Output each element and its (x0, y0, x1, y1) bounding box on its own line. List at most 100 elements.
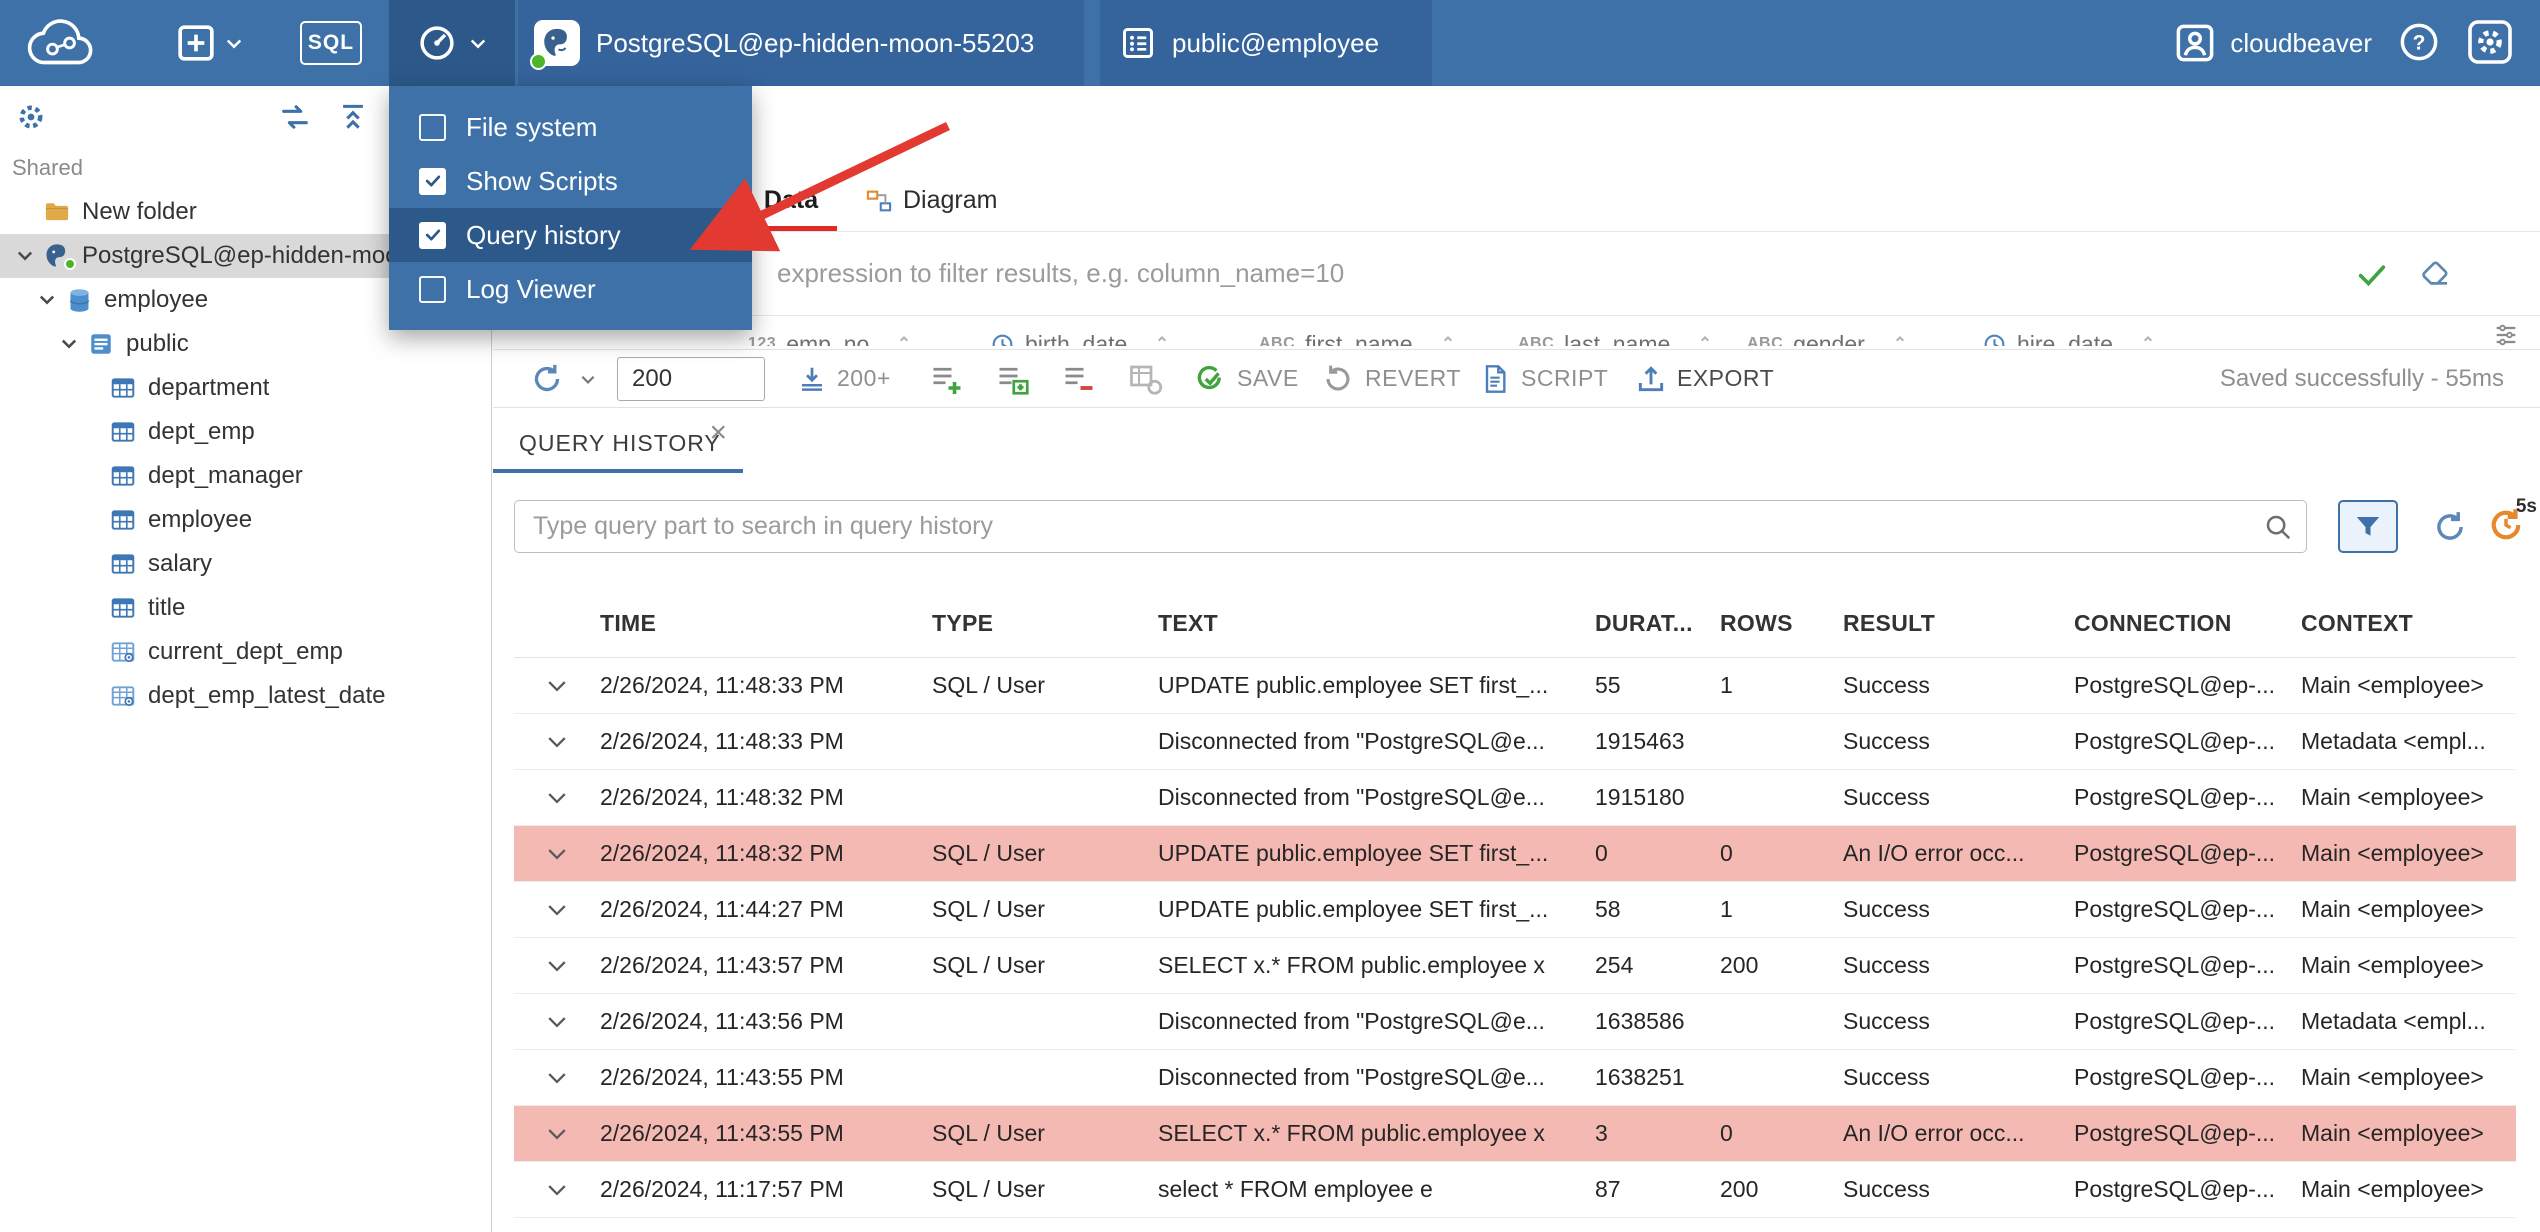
tab-data[interactable]: Data (745, 170, 837, 231)
query-history-row[interactable]: 2/26/2024, 11:43:55 PM SQL / User SELECT x… (514, 1106, 2516, 1162)
tab-diagram[interactable]: Diagram (865, 170, 997, 231)
expand-row-icon[interactable] (514, 1065, 600, 1091)
query-history-row[interactable]: 2/26/2024, 11:17:57 PM SQL / User select *… (514, 1162, 2516, 1218)
tree-item-dept-emp[interactable]: dept_emp (0, 410, 491, 454)
expand-row-icon[interactable] (514, 729, 600, 755)
cell-duration: 58 (1595, 896, 1621, 922)
settings-button[interactable] (2466, 18, 2514, 69)
query-history-row[interactable]: 2/26/2024, 11:43:56 PM Disconnected from … (514, 994, 2516, 1050)
tab-query-history[interactable]: QUERY HISTORY × (493, 408, 743, 478)
tree-item-dept-emp-latest-date[interactable]: dept_emp_latest_date (0, 674, 491, 718)
query-history-row[interactable]: 2/26/2024, 11:44:27 PM SQL / User UPDATE p… (514, 882, 2516, 938)
expand-row-icon[interactable] (514, 673, 600, 699)
sort-icon[interactable] (1153, 333, 1171, 346)
qh-column-header[interactable]: CONNECTION (2074, 610, 2301, 637)
tree-item-dept-manager[interactable]: dept_manager (0, 454, 491, 498)
save-button[interactable]: SAVE (1193, 362, 1299, 396)
sort-icon[interactable] (1891, 333, 1909, 346)
query-history-row[interactable]: 2/26/2024, 11:48:32 PM SQL / User UPDATE p… (514, 826, 2516, 882)
cell-connection: PostgreSQL@ep-... (2074, 1008, 2276, 1034)
qh-column-header[interactable]: TYPE (932, 610, 1158, 637)
script-button[interactable]: SCRIPT (1479, 363, 1608, 395)
tree-item-department[interactable]: department (0, 366, 491, 410)
revert-button[interactable]: REVERT (1321, 362, 1461, 396)
tree-item-title[interactable]: title (0, 586, 491, 630)
query-history-row[interactable]: 2/26/2024, 11:48:33 PM Disconnected from … (514, 714, 2516, 770)
sql-editor-button[interactable]: SQL (300, 0, 362, 86)
qh-column-header[interactable]: RESULT (1843, 610, 2074, 637)
sort-icon[interactable] (1439, 333, 1457, 346)
cloudbeaver-logo-icon[interactable] (22, 16, 100, 75)
sort-icon[interactable] (2139, 333, 2157, 346)
unchecked-checkbox-icon[interactable] (419, 275, 446, 303)
expander-icon[interactable] (32, 289, 62, 311)
duplicate-row-button[interactable] (995, 361, 1031, 397)
expand-row-icon[interactable] (514, 1177, 600, 1203)
menu-item-query-history[interactable]: Query history (389, 208, 752, 262)
expander-icon[interactable] (54, 333, 84, 355)
fetch-more-button[interactable]: 200+ (797, 364, 891, 394)
qh-column-header[interactable]: TIME (600, 610, 932, 637)
apply-filter-icon[interactable] (2355, 258, 2389, 297)
qh-column-header[interactable]: TEXT (1158, 610, 1595, 637)
checked-checkbox-icon[interactable] (419, 221, 446, 249)
tools-menu-button[interactable] (389, 0, 515, 86)
query-history-row[interactable]: 2/26/2024, 11:43:57 PM SQL / User SELECT x… (514, 938, 2516, 994)
grid-settings-icon[interactable] (2492, 321, 2520, 346)
column-header-last_name[interactable]: ABC last_name (1518, 322, 1714, 346)
column-header-birth_date[interactable]: birth_date (990, 322, 1171, 346)
column-header-hire_date[interactable]: hire_date (1982, 322, 2157, 346)
clear-filter-icon[interactable] (2419, 258, 2451, 295)
expand-row-icon[interactable] (514, 1121, 600, 1147)
checked-checkbox-icon[interactable] (419, 167, 446, 195)
sort-icon[interactable] (895, 333, 913, 346)
sidebar-settings-button[interactable] (14, 100, 48, 137)
connection-selector[interactable]: PostgreSQL@ep-hidden-moon-55203 (518, 0, 1084, 86)
auto-refresh-button[interactable]: 5s (2485, 496, 2537, 549)
refresh-history-button[interactable] (2431, 508, 2469, 549)
tree-item-current-dept-emp[interactable]: current_dept_emp (0, 630, 491, 674)
filter-input[interactable]: expression to filter results, e.g. colum… (777, 232, 1344, 315)
expander-icon[interactable] (10, 245, 40, 267)
help-button[interactable]: ? (2398, 21, 2440, 66)
qh-column-header[interactable]: CONTEXT (2301, 610, 2516, 637)
schema-selector[interactable]: public@employee (1100, 0, 1432, 86)
column-header-emp_no[interactable]: 123 emp_no (748, 322, 913, 346)
unchecked-checkbox-icon[interactable] (419, 113, 446, 141)
close-tab-icon[interactable]: × (709, 418, 727, 448)
refresh-cell-button[interactable] (1127, 361, 1163, 397)
collapse-all-button[interactable] (336, 100, 370, 137)
refresh-data-button[interactable] (529, 361, 565, 397)
expand-row-icon[interactable] (514, 841, 600, 867)
query-history-row[interactable]: 2/26/2024, 11:48:32 PM Disconnected from … (514, 770, 2516, 826)
sort-icon[interactable] (1696, 333, 1714, 346)
qh-column-header[interactable]: ROWS (1720, 610, 1843, 637)
expand-row-icon[interactable] (514, 785, 600, 811)
export-button[interactable]: EXPORT (1635, 363, 1774, 395)
add-row-button[interactable] (929, 361, 965, 397)
tree-item-employee[interactable]: employee (0, 498, 491, 542)
refresh-dropdown-icon[interactable] (579, 370, 597, 388)
menu-item-file-system[interactable]: File system (389, 100, 752, 154)
column-header-gender[interactable]: ABC gender (1747, 322, 1909, 346)
menu-item-show-scripts[interactable]: Show Scripts (389, 154, 752, 208)
tree-item-salary[interactable]: salary (0, 542, 491, 586)
column-header-first_name[interactable]: ABC first_name (1259, 322, 1457, 346)
sync-connections-button[interactable] (278, 100, 312, 137)
qh-column-header[interactable]: DURAT... (1595, 610, 1720, 637)
expand-row-icon[interactable] (514, 953, 600, 979)
cell-time: 2/26/2024, 11:43:55 PM (600, 1064, 844, 1090)
expand-row-icon[interactable] (514, 897, 600, 923)
expand-row-icon[interactable] (514, 1009, 600, 1035)
query-history-search-input[interactable] (514, 500, 2307, 553)
delete-row-button[interactable] (1061, 361, 1097, 397)
tree-item-label: employee (104, 286, 209, 313)
menu-item-log-viewer[interactable]: Log Viewer (389, 262, 752, 316)
user-menu-button[interactable]: cloudbeaver (2174, 22, 2372, 64)
query-history-row[interactable]: 2/26/2024, 11:43:55 PM Disconnected from … (514, 1050, 2516, 1106)
query-history-row[interactable]: 2/26/2024, 11:48:33 PM SQL / User UPDATE p… (514, 658, 2516, 714)
new-connection-button[interactable] (176, 0, 244, 86)
filter-button[interactable] (2338, 500, 2398, 553)
row-limit-input[interactable] (617, 356, 765, 401)
cell-result: Success (1843, 1064, 1930, 1090)
